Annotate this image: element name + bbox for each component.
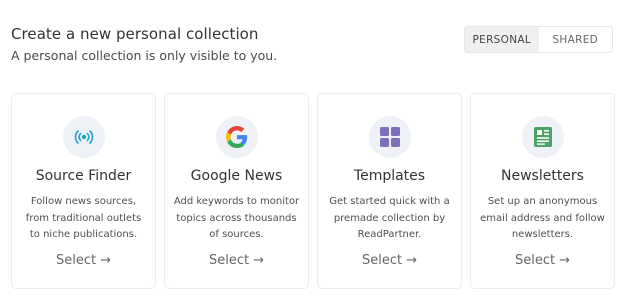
icon-badge: [521, 116, 564, 158]
collection-type-cards: Source Finder Follow news sources, from …: [11, 93, 615, 289]
select-label: Select: [208, 253, 250, 268]
select-label: Select: [514, 253, 556, 268]
google-icon: [225, 126, 247, 148]
card-description: Add keywords to monitor topics across th…: [173, 196, 300, 240]
card-title: Templates: [353, 168, 426, 184]
grid-icon: [379, 127, 400, 147]
select-link[interactable]: Select →: [362, 253, 417, 268]
card-title: Source Finder: [35, 168, 132, 184]
card-description: Set up an anonymous email address and fo…: [480, 196, 605, 240]
toggle-shared-button[interactable]: SHARED: [539, 27, 613, 52]
card-description: Follow news sources, from traditional ou…: [25, 196, 142, 240]
card-google-news[interactable]: Google News Add keywords to monitor topi…: [164, 93, 309, 289]
arrow-right-icon: →: [406, 253, 417, 268]
icon-badge: [368, 116, 411, 158]
arrow-right-icon: →: [253, 253, 264, 268]
broadcast-icon: [74, 130, 93, 144]
header: Create a new personal collection A perso…: [11, 24, 277, 64]
card-description: Get started quick with a premade collect…: [329, 196, 450, 240]
select-label: Select: [361, 253, 403, 268]
arrow-right-icon: →: [100, 253, 111, 268]
collection-type-toggle: PERSONAL SHARED: [464, 26, 613, 53]
select-link[interactable]: Select →: [56, 253, 111, 268]
card-title: Google News: [190, 168, 283, 184]
card-newsletters[interactable]: Newsletters Set up an anonymous email ad…: [470, 93, 615, 289]
page-title: Create a new personal collection: [11, 25, 259, 43]
card-source-finder[interactable]: Source Finder Follow news sources, from …: [11, 93, 156, 289]
card-templates[interactable]: Templates Get started quick with a prema…: [317, 93, 462, 289]
select-link[interactable]: Select →: [515, 253, 570, 268]
arrow-right-icon: →: [559, 253, 570, 268]
select-link[interactable]: Select →: [209, 253, 264, 268]
icon-badge: [62, 116, 105, 158]
card-title: Newsletters: [501, 168, 584, 184]
select-label: Select: [55, 253, 97, 268]
toggle-personal-button[interactable]: PERSONAL: [465, 27, 539, 52]
new-collection-dialog: Create a new personal collection A perso…: [0, 0, 624, 296]
icon-badge: [215, 116, 258, 158]
newsletter-icon: [533, 127, 552, 147]
page-subtitle: A personal collection is only visible to…: [11, 48, 278, 63]
